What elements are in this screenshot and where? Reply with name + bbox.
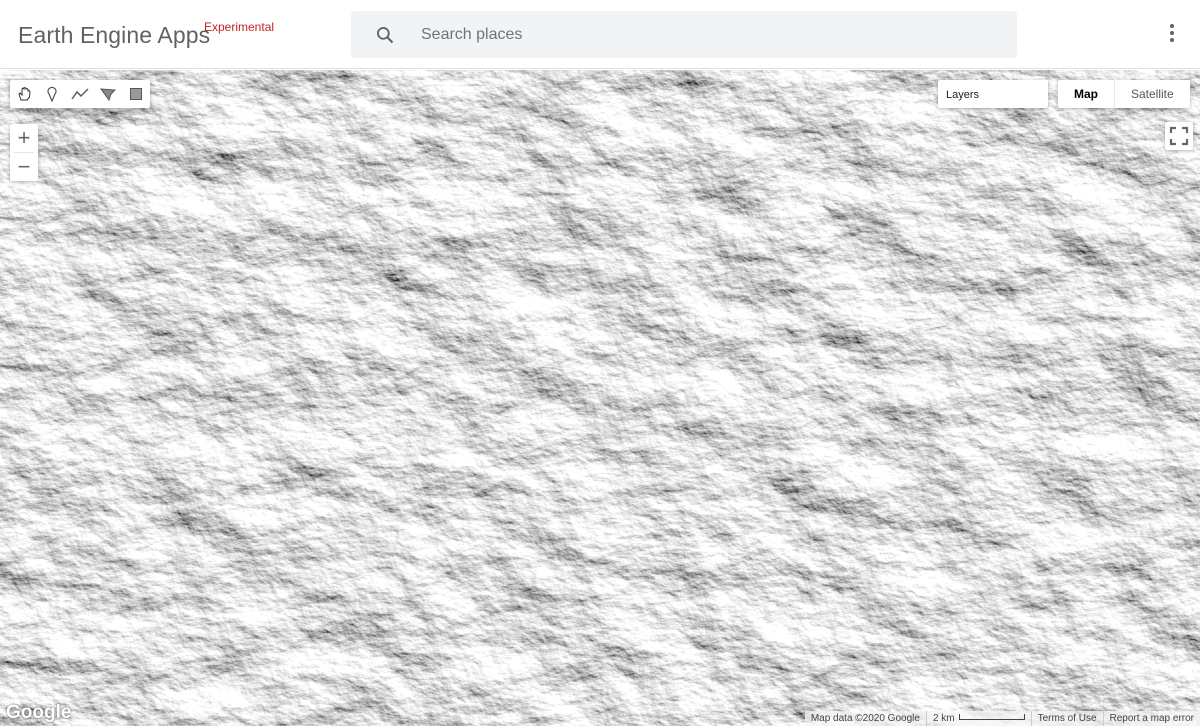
search-box[interactable] [351, 11, 1017, 58]
map-data-text: Map data ©2020 Google [804, 711, 926, 726]
fullscreen-icon[interactable] [1165, 122, 1193, 150]
layers-dropdown[interactable]: Layers [938, 80, 1048, 108]
scale-control[interactable]: 2 km [925, 711, 1031, 726]
map-type-control: Map Satellite [1058, 80, 1190, 108]
zoom-out-button[interactable]: − [10, 153, 38, 181]
experimental-badge: Experimental [204, 20, 275, 34]
scale-label: 2 km [932, 713, 955, 724]
map-canvas[interactable]: + − Layers Map Satellite Google Map data… [0, 70, 1200, 726]
zoom-in-button[interactable]: + [10, 124, 38, 152]
zoom-control: + − [10, 124, 38, 181]
scale-bar [958, 713, 1025, 720]
search-icon [377, 27, 394, 44]
polygon-icon[interactable] [94, 80, 122, 108]
marker-icon[interactable] [38, 80, 66, 108]
map-attribution: Map data ©2020 Google 2 km Terms of Use … [804, 711, 1200, 726]
map-type-satellite-button[interactable]: Satellite [1114, 80, 1190, 108]
drawing-toolbar [10, 80, 150, 108]
app-header: Earth Engine Apps Experimental [0, 0, 1200, 69]
map-type-map-button[interactable]: Map [1058, 80, 1114, 108]
hillshade-terrain [0, 70, 1200, 726]
more-options-icon[interactable] [1162, 24, 1182, 46]
hand-icon[interactable] [10, 80, 38, 108]
line-icon[interactable] [66, 80, 94, 108]
report-error-link[interactable]: Report a map error [1102, 711, 1200, 726]
rectangle-icon[interactable] [122, 80, 150, 108]
terms-link[interactable]: Terms of Use [1030, 711, 1103, 726]
google-logo: Google [6, 702, 72, 723]
app-title: Earth Engine Apps [18, 22, 211, 48]
search-input[interactable] [421, 11, 1001, 58]
